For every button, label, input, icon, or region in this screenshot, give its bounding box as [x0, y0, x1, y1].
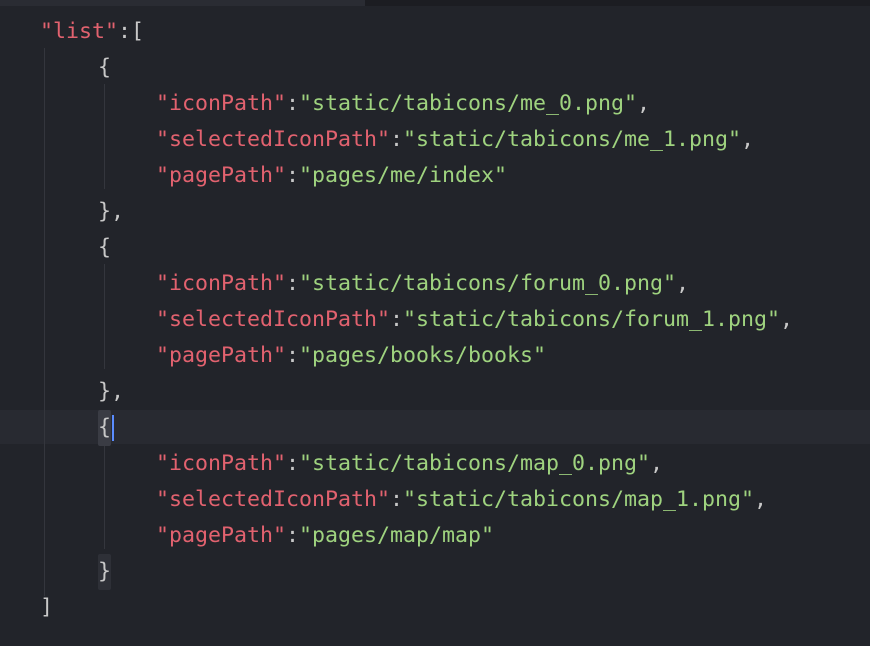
current-line-highlight [0, 410, 870, 444]
code-line[interactable]: { [98, 230, 111, 266]
json-string: "static/tabicons/map_0.png" [299, 451, 651, 476]
json-punctuation: : [286, 343, 300, 368]
json-string: "static/tabicons/me_0.png" [299, 91, 638, 116]
json-punctuation: }, [98, 199, 125, 224]
json-key: "iconPath" [156, 271, 287, 296]
json-punctuation: : [286, 91, 300, 116]
indent-guide [104, 264, 105, 369]
json-punctuation: { [98, 55, 112, 80]
json-punctuation: : [286, 271, 300, 296]
json-key: "list" [40, 19, 119, 44]
json-key: "pagePath" [156, 163, 287, 188]
json-punctuation: }, [98, 379, 125, 404]
json-key: "pagePath" [156, 523, 287, 548]
editor-tab-strip [0, 0, 365, 6]
json-string: "pages/books/books" [299, 343, 547, 368]
code-line[interactable]: { [98, 410, 115, 446]
json-punctuation: : [390, 307, 404, 332]
matched-brace: { [98, 410, 112, 446]
json-key: "iconPath" [156, 91, 287, 116]
json-string: "pages/map/map" [299, 523, 495, 548]
code-line[interactable]: "iconPath":"static/tabicons/forum_0.png"… [156, 266, 689, 302]
json-key: "selectedIconPath" [156, 487, 391, 512]
indent-guide [104, 444, 105, 549]
json-punctuation: : [390, 487, 404, 512]
code-line[interactable]: }, [98, 194, 124, 230]
json-string: "static/tabicons/me_1.png" [403, 127, 742, 152]
code-line[interactable]: }, [98, 374, 124, 410]
json-punctuation: : [286, 523, 300, 548]
json-punctuation: , [637, 91, 651, 116]
text-cursor [112, 415, 115, 441]
json-string: "pages/me/index" [299, 163, 508, 188]
json-punctuation: :[ [118, 19, 145, 44]
code-editor[interactable]: "list":[{"iconPath":"static/tabicons/me_… [0, 0, 870, 646]
json-punctuation: : [286, 163, 300, 188]
json-punctuation: { [98, 235, 112, 260]
code-line[interactable]: { [98, 50, 111, 86]
editor-top-bar [0, 0, 870, 6]
json-punctuation: , [650, 451, 664, 476]
json-string: "static/tabicons/map_1.png" [403, 487, 755, 512]
json-punctuation: , [754, 487, 768, 512]
code-line[interactable]: ] [40, 590, 53, 626]
indent-guide [44, 48, 45, 596]
code-line[interactable]: "selectedIconPath":"static/tabicons/foru… [156, 302, 793, 338]
code-line[interactable]: "pagePath":"pages/map/map" [156, 518, 494, 554]
json-punctuation: : [286, 451, 300, 476]
code-line[interactable]: "selectedIconPath":"static/tabicons/map_… [156, 482, 767, 518]
json-punctuation: ] [40, 595, 54, 620]
code-line[interactable]: "selectedIconPath":"static/tabicons/me_1… [156, 122, 754, 158]
json-key: "selectedIconPath" [156, 127, 391, 152]
json-string: "static/tabicons/forum_0.png" [299, 271, 677, 296]
json-key: "iconPath" [156, 451, 287, 476]
code-line[interactable]: "iconPath":"static/tabicons/me_0.png", [156, 86, 650, 122]
json-punctuation: : [390, 127, 404, 152]
json-punctuation: , [780, 307, 794, 332]
json-punctuation: , [741, 127, 755, 152]
code-line[interactable]: "pagePath":"pages/me/index" [156, 158, 507, 194]
json-string: "static/tabicons/forum_1.png" [403, 307, 781, 332]
code-line[interactable]: "pagePath":"pages/books/books" [156, 338, 546, 374]
code-line[interactable]: "iconPath":"static/tabicons/map_0.png", [156, 446, 663, 482]
json-key: "selectedIconPath" [156, 307, 391, 332]
indent-guide [104, 84, 105, 189]
code-line[interactable]: } [98, 554, 112, 590]
json-punctuation: , [676, 271, 690, 296]
matched-brace: } [98, 554, 112, 590]
code-line[interactable]: "list":[ [40, 14, 144, 50]
json-key: "pagePath" [156, 343, 287, 368]
